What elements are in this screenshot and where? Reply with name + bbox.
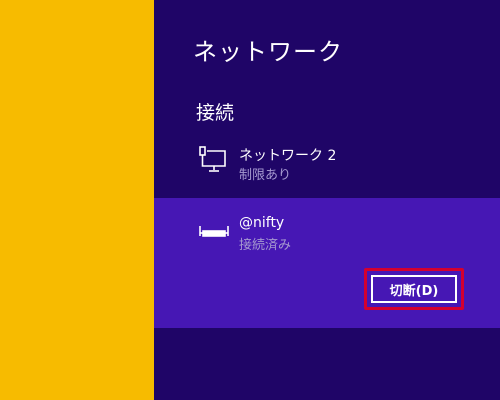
network-status: 接続済み: [239, 238, 292, 253]
panel-title: ネットワーク: [193, 38, 343, 66]
dialup-broadband-icon: [199, 226, 229, 237]
wired-ethernet-icon: [199, 146, 226, 172]
network-status: 制限あり: [239, 168, 292, 183]
network-item-nifty[interactable]: @nifty 接続済み 切断(D): [154, 198, 500, 328]
disconnect-button[interactable]: 切断(D): [371, 275, 457, 303]
connections-header: 接続: [196, 102, 235, 124]
network-charm-panel: ネットワーク 接続 ネットワーク 2 制限あり @nifty 接続済み 切断(D…: [154, 0, 500, 400]
network-name: @nifty: [239, 215, 285, 231]
network-item-network2[interactable]: ネットワーク 2 制限あり: [154, 134, 500, 194]
disconnect-highlight-frame: 切断(D): [364, 268, 464, 310]
screen: ネットワーク 接続 ネットワーク 2 制限あり @nifty 接続済み 切断(D…: [0, 0, 500, 400]
network-name: ネットワーク 2: [239, 148, 337, 164]
